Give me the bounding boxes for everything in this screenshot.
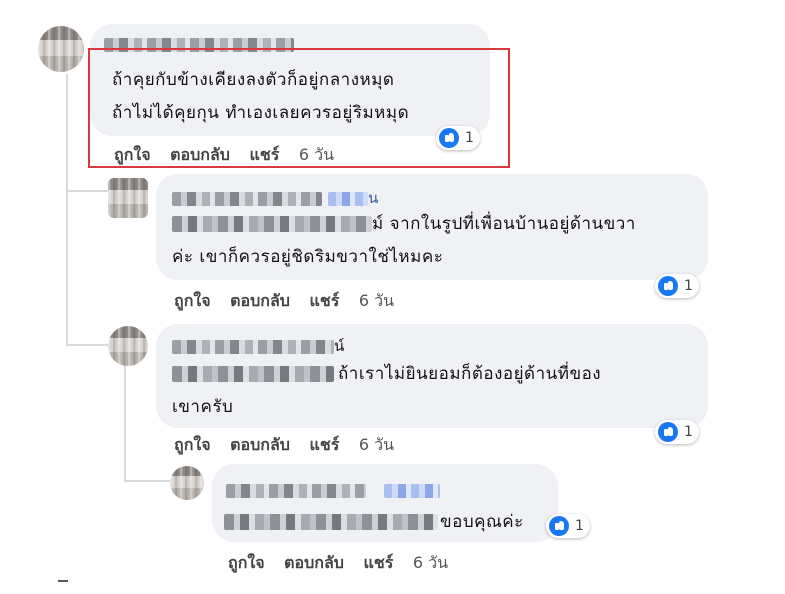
thread-line-main — [66, 74, 68, 344]
author-name[interactable] — [172, 192, 322, 206]
redacted-text — [172, 216, 372, 232]
like-icon — [549, 516, 569, 536]
comment-text-line: ม์ จากในรูปที่เพื่อนบ้านอยู่ด้านขวา — [372, 214, 636, 234]
avatar[interactable] — [170, 466, 204, 500]
comment-text-line: ค่ะ เขาก็ควรอยู่ชิดริมขวาใช่ไหมคะ — [172, 247, 444, 267]
share-link[interactable]: แชร์ — [310, 435, 340, 454]
comment-actions: ถูกใจ ตอบกลับ แชร์ 6 วัน — [174, 289, 408, 314]
comment-actions: ถูกใจ ตอบกลับ แชร์ 6 วัน — [174, 433, 408, 458]
like-icon — [658, 422, 678, 442]
thread-line-branch-1 — [66, 190, 110, 192]
share-link[interactable]: แชร์ — [310, 291, 340, 310]
timestamp[interactable]: 6 วัน — [359, 435, 394, 454]
reaction-badge[interactable]: 1 — [655, 420, 699, 444]
reaction-badge[interactable]: 1 — [546, 514, 590, 538]
like-link[interactable]: ถูกใจ — [174, 291, 211, 310]
like-icon — [658, 276, 678, 296]
reply-link[interactable]: ตอบกลับ — [284, 553, 344, 572]
reaction-count: 1 — [684, 278, 693, 294]
comment-text-line: เขาครับ — [172, 397, 234, 417]
reaction-count: 1 — [684, 424, 693, 440]
redacted-text — [224, 514, 438, 530]
divider — [58, 580, 68, 582]
avatar[interactable] — [108, 326, 148, 366]
comment-text-line: ถ้าเราไม่ยินยอมก็ต้องอยู่ด้านที่ของ — [338, 364, 602, 384]
reaction-count: 1 — [575, 518, 584, 534]
author-name[interactable] — [226, 484, 366, 498]
reply-link[interactable]: ตอบกลับ — [230, 291, 290, 310]
avatar[interactable] — [38, 26, 84, 72]
author-name[interactable] — [172, 340, 334, 354]
thread-line-branch-2 — [66, 344, 110, 346]
thread-line-branch-3 — [124, 480, 170, 482]
share-link[interactable]: แชร์ — [364, 553, 394, 572]
author-name-highlight[interactable] — [328, 192, 368, 206]
avatar[interactable] — [108, 178, 148, 218]
highlight-box — [88, 48, 510, 168]
timestamp[interactable]: 6 วัน — [413, 553, 448, 572]
timestamp[interactable]: 6 วัน — [359, 291, 394, 310]
author-name-highlight[interactable] — [384, 484, 440, 498]
reply-link[interactable]: ตอบกลับ — [230, 435, 290, 454]
thread-line-sub — [124, 360, 126, 480]
like-link[interactable]: ถูกใจ — [228, 553, 265, 572]
comment-actions: ถูกใจ ตอบกลับ แชร์ 6 วัน — [228, 551, 462, 576]
comment-text-line: ขอบคุณค่ะ — [440, 512, 524, 532]
reaction-badge[interactable]: 1 — [655, 274, 699, 298]
like-link[interactable]: ถูกใจ — [174, 435, 211, 454]
redacted-text — [172, 366, 334, 382]
